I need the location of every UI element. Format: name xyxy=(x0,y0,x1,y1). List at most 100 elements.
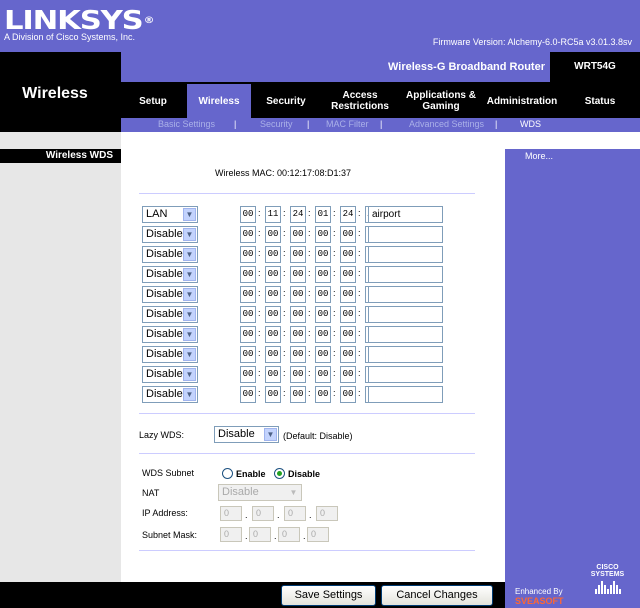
mac-octet-input[interactable]: 00 xyxy=(265,286,281,303)
mac-octet-input[interactable]: 00 xyxy=(265,346,281,363)
wds-mode-select[interactable]: Disable ▼ xyxy=(142,366,198,383)
more-link[interactable]: More... xyxy=(525,151,553,161)
mac-octet-input[interactable]: 00 xyxy=(315,366,331,383)
mac-octet-input[interactable]: 00 xyxy=(340,366,356,383)
tab-administration[interactable]: Administration xyxy=(483,84,561,118)
wds-mode-select[interactable]: Disable ▼ xyxy=(142,266,198,283)
mac-octet-input[interactable]: 00 xyxy=(290,366,306,383)
mac-octet-input[interactable]: 00 xyxy=(265,306,281,323)
mac-octet-input[interactable]: 00 xyxy=(265,246,281,263)
mac-octet-input[interactable]: 00 xyxy=(265,226,281,243)
mac-octet-input[interactable]: 00 xyxy=(340,306,356,323)
subtab-advanced-settings[interactable]: Advanced Settings xyxy=(409,119,484,129)
cancel-changes-button[interactable]: Cancel Changes xyxy=(381,585,493,606)
mac-octet-input[interactable]: 00 xyxy=(240,266,256,283)
nat-select[interactable]: Disable ▼ xyxy=(218,484,302,501)
mac-octet-input[interactable]: 00 xyxy=(240,366,256,383)
mac-octet-input[interactable]: 00 xyxy=(265,266,281,283)
mac-octet-input[interactable]: 00 xyxy=(340,326,356,343)
mac-octet-input[interactable]: 00 xyxy=(290,266,306,283)
cisco-label: CISCO SYSTEMS xyxy=(590,564,625,578)
mac-octet-input[interactable]: 11 xyxy=(265,206,281,223)
wds-mode-select[interactable]: Disable ▼ xyxy=(142,346,198,363)
mac-octet-input[interactable]: 00 xyxy=(315,386,331,403)
mac-octet-input[interactable]: 00 xyxy=(315,346,331,363)
tab-wireless[interactable]: Wireless xyxy=(187,84,251,118)
ip-octet-2[interactable]: 0 xyxy=(252,506,274,521)
mac-octet-input[interactable]: 00 xyxy=(315,326,331,343)
subtab-basic-settings[interactable]: Basic Settings xyxy=(158,119,215,129)
wds-mode-select[interactable]: Disable ▼ xyxy=(142,226,198,243)
mac-octet-input[interactable]: 00 xyxy=(240,346,256,363)
wds-name-input[interactable] xyxy=(368,346,443,363)
mac-octet-input[interactable]: 00 xyxy=(240,206,256,223)
mac-octet-input[interactable]: 00 xyxy=(265,386,281,403)
wds-mode-select[interactable]: Disable ▼ xyxy=(142,246,198,263)
wds-mode-select[interactable]: Disable ▼ xyxy=(142,326,198,343)
wds-mode-select[interactable]: Disable ▼ xyxy=(142,286,198,303)
wds-name-input[interactable] xyxy=(368,386,443,403)
mac-octet-input[interactable]: 00 xyxy=(315,246,331,263)
mac-octet-input[interactable]: 24 xyxy=(340,206,356,223)
mask-octet-1[interactable]: 0 xyxy=(220,527,242,542)
mac-colon: : xyxy=(258,268,261,278)
mac-octet-input[interactable]: 00 xyxy=(340,226,356,243)
mac-octet-input[interactable]: 00 xyxy=(265,326,281,343)
mac-octet-input[interactable]: 00 xyxy=(340,266,356,283)
tab-access-restrictions[interactable]: Access Restrictions xyxy=(321,84,399,118)
mac-octet-input[interactable]: 00 xyxy=(340,286,356,303)
wds-name-input[interactable] xyxy=(368,226,443,243)
wds-name-input[interactable] xyxy=(368,366,443,383)
mask-octet-3[interactable]: 0 xyxy=(278,527,300,542)
mac-octet-input[interactable]: 00 xyxy=(290,346,306,363)
ip-octet-4[interactable]: 0 xyxy=(316,506,338,521)
mac-octet-input[interactable]: 00 xyxy=(290,286,306,303)
mac-octet-input[interactable]: 00 xyxy=(290,386,306,403)
mac-octet-input[interactable]: 00 xyxy=(315,266,331,283)
mac-octet-input[interactable]: 00 xyxy=(340,386,356,403)
subtab-security[interactable]: Security xyxy=(260,119,293,129)
tab-security[interactable]: Security xyxy=(253,84,319,118)
wds-subnet-enable-radio[interactable] xyxy=(222,468,233,479)
lazy-wds-select[interactable]: Disable ▼ xyxy=(214,426,279,443)
wds-name-input[interactable] xyxy=(368,246,443,263)
mac-octet-input[interactable]: 00 xyxy=(240,386,256,403)
wds-name-input[interactable] xyxy=(368,286,443,303)
mac-octet-input[interactable]: 00 xyxy=(315,306,331,323)
wds-mode-select[interactable]: LAN ▼ xyxy=(142,206,198,223)
subtab-wds[interactable]: WDS xyxy=(520,119,541,129)
mac-octet-input[interactable]: 00 xyxy=(240,286,256,303)
wds-mode-select[interactable]: Disable ▼ xyxy=(142,306,198,323)
wds-name-input[interactable] xyxy=(368,306,443,323)
mask-octet-2[interactable]: 0 xyxy=(249,527,271,542)
mac-octet-input[interactable]: 00 xyxy=(290,226,306,243)
mac-octet-input[interactable]: 00 xyxy=(340,246,356,263)
mac-octet-input[interactable]: 00 xyxy=(290,326,306,343)
mac-octet-input[interactable]: 00 xyxy=(240,246,256,263)
wds-name-input[interactable]: airport xyxy=(368,206,443,223)
mac-octet-input[interactable]: 00 xyxy=(290,306,306,323)
mac-octet-input[interactable]: 00 xyxy=(315,226,331,243)
mask-octet-4[interactable]: 0 xyxy=(307,527,329,542)
wds-subnet-disable-radio[interactable] xyxy=(274,468,285,479)
tab-setup[interactable]: Setup xyxy=(121,84,185,118)
mac-octet-input[interactable]: 01 xyxy=(315,206,331,223)
subtab-mac-filter[interactable]: MAC Filter xyxy=(326,119,369,129)
mac-octet-input[interactable]: 00 xyxy=(240,326,256,343)
ip-octet-3[interactable]: 0 xyxy=(284,506,306,521)
mac-octet-input[interactable]: 00 xyxy=(240,226,256,243)
mac-octet-input[interactable]: 00 xyxy=(340,346,356,363)
wds-mode-select[interactable]: Disable ▼ xyxy=(142,386,198,403)
mac-octet-input[interactable]: 24 xyxy=(290,206,306,223)
wds-name-input[interactable] xyxy=(368,266,443,283)
wds-name-input[interactable] xyxy=(368,326,443,343)
mac-colon: : xyxy=(358,288,361,298)
save-settings-button[interactable]: Save Settings xyxy=(281,585,376,606)
tab-applications-gaming[interactable]: Applications & Gaming xyxy=(401,84,481,118)
mac-octet-input[interactable]: 00 xyxy=(290,246,306,263)
ip-octet-1[interactable]: 0 xyxy=(220,506,242,521)
mac-octet-input[interactable]: 00 xyxy=(240,306,256,323)
mac-octet-input[interactable]: 00 xyxy=(315,286,331,303)
tab-status[interactable]: Status xyxy=(563,84,637,118)
mac-octet-input[interactable]: 00 xyxy=(265,366,281,383)
